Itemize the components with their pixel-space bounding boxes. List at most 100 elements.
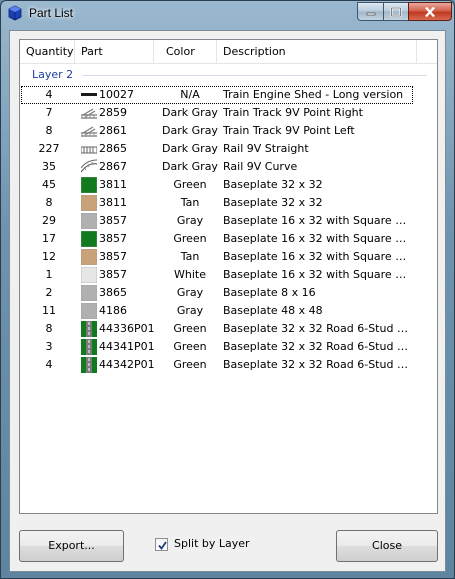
cell-part: 2867 [99, 160, 127, 173]
cell-color: Green [173, 340, 207, 353]
part-list-window: Part List Quantity Part Color Descriptio… [0, 0, 455, 579]
cell-color: Green [173, 178, 207, 191]
baseplate-icon [81, 195, 97, 211]
part-list-view[interactable]: Quantity Part Color Description Layer 2 … [19, 39, 438, 514]
cell-quantity: 4 [45, 358, 53, 371]
cell-color: Dark Gray [162, 160, 218, 173]
cell-part: 3811 [99, 196, 127, 209]
table-row[interactable]: 3 44341P01 Green Baseplate 32 x 32 Road 6-S… [20, 338, 437, 356]
table-row[interactable]: 4 44342P01 Green Baseplate 32 x 32 Road 6-S… [20, 356, 437, 374]
cell-color: Dark Gray [162, 106, 218, 119]
cell-part: 2861 [99, 124, 127, 137]
table-row[interactable]: 227 2865 Dark Gray Rail 9V Straight [20, 140, 437, 158]
road-plate-icon [81, 321, 97, 337]
column-header-description[interactable]: Description [217, 40, 417, 64]
baseplate-icon [81, 213, 97, 229]
table-row[interactable]: 11 4186 Gray Baseplate 48 x 48 [20, 302, 437, 320]
table-row[interactable]: 2 3865 Gray Baseplate 8 x 16 [20, 284, 437, 302]
cell-part: 44341P01 [99, 340, 155, 353]
cell-description: Train Engine Shed - Long version [223, 88, 404, 101]
minimize-button[interactable] [357, 2, 384, 21]
cell-quantity: 1 [45, 268, 53, 281]
table-row[interactable]: 8 3811 Tan Baseplate 32 x 32 [20, 194, 437, 212]
cell-quantity: 2 [45, 286, 53, 299]
cell-description: Baseplate 32 x 32 [223, 178, 323, 191]
cell-description: Baseplate 8 x 16 [223, 286, 316, 299]
maximize-button[interactable] [383, 2, 409, 21]
road-plate-icon [81, 357, 97, 373]
track-point-icon [81, 105, 97, 121]
train-part-icon [81, 87, 97, 103]
cell-quantity: 11 [42, 304, 56, 317]
export-button[interactable]: Export... [19, 530, 124, 562]
window-close-button[interactable] [408, 2, 452, 21]
cell-quantity: 227 [38, 142, 60, 155]
baseplate-icon [81, 267, 97, 283]
cell-quantity: 8 [45, 322, 53, 335]
title-bar[interactable]: Part List [1, 1, 454, 27]
cell-part: 3857 [99, 268, 127, 281]
minimize-icon [366, 12, 375, 15]
cell-description: Baseplate 32 x 32 Road 6-Stud Strai... [223, 322, 413, 335]
cell-description: Baseplate 16 x 32 with Square Corners [223, 250, 413, 263]
cell-color: Tan [180, 196, 200, 209]
cell-quantity: 29 [42, 214, 56, 227]
column-header-part[interactable]: Part [75, 40, 154, 64]
table-row[interactable]: 45 3811 Green Baseplate 32 x 32 [20, 176, 437, 194]
cell-quantity: 35 [42, 160, 56, 173]
cell-quantity: 3 [45, 340, 53, 353]
cell-part: 3857 [99, 214, 127, 227]
close-button[interactable]: Close [336, 530, 438, 562]
baseplate-icon [81, 231, 97, 247]
table-row[interactable]: 12 3857 Tan Baseplate 16 x 32 with Square C… [20, 248, 437, 266]
cell-color: Gray [176, 304, 204, 317]
cell-part: 3811 [99, 178, 127, 191]
table-row[interactable]: 1 3857 White Baseplate 16 x 32 with Square … [20, 266, 437, 284]
baseplate-icon [81, 177, 97, 193]
cell-quantity: 45 [42, 178, 56, 191]
split-by-layer-checkbox[interactable] [155, 538, 168, 551]
table-row[interactable]: 8 44336P01 Green Baseplate 32 x 32 Road 6-S… [20, 320, 437, 338]
split-by-layer-label[interactable]: Split by Layer [174, 537, 250, 550]
table-row[interactable]: 29 3857 Gray Baseplate 16 x 32 with Square … [20, 212, 437, 230]
cell-color: Tan [180, 250, 200, 263]
checkmark-icon [158, 541, 167, 550]
cell-color: Green [173, 232, 207, 245]
cell-color: Green [173, 322, 207, 335]
column-header-color[interactable]: Color [154, 40, 217, 64]
cell-color: Dark Gray [162, 142, 218, 155]
table-row[interactable]: 8 2861 Dark Gray Train Track 9V Point Left [20, 122, 437, 140]
cell-description: Baseplate 16 x 32 with Square Corners [223, 214, 413, 227]
cell-description: Train Track 9V Point Right [223, 106, 363, 119]
column-header-quantity[interactable]: Quantity [20, 40, 75, 64]
cell-description: Baseplate 32 x 32 Road 6-Stud Curv... [223, 358, 413, 371]
table-row[interactable]: 7 2859 Dark Gray Train Track 9V Point Right [20, 104, 437, 122]
window-title: Part List [29, 6, 74, 20]
cell-part: 3857 [99, 250, 127, 263]
cell-description: Baseplate 16 x 32 with Square Corners [223, 268, 413, 281]
group-header-layer: Layer 2 [32, 68, 74, 81]
cell-part: 44336P01 [99, 322, 155, 335]
cell-quantity: 8 [45, 196, 53, 209]
road-plate-icon [81, 339, 97, 355]
cell-description: Baseplate 32 x 32 Road 6-Stud T Int... [223, 340, 413, 353]
rail-curve-icon [81, 159, 97, 175]
cell-color: White [174, 268, 206, 281]
cell-color: Gray [176, 214, 204, 227]
maximize-icon [390, 6, 402, 17]
cell-part: 3857 [99, 232, 127, 245]
table-row[interactable]: 35 2867 Dark Gray Rail 9V Curve [20, 158, 437, 176]
cell-quantity: 7 [45, 106, 53, 119]
cell-color: Dark Gray [162, 124, 218, 137]
table-row[interactable]: 17 3857 Green Baseplate 16 x 32 with Square… [20, 230, 437, 248]
baseplate-icon [81, 249, 97, 265]
cell-color: N/A [180, 88, 200, 101]
baseplate-icon [81, 285, 97, 301]
cell-part: 3865 [99, 286, 127, 299]
cell-part: 4186 [99, 304, 127, 317]
group-divider [82, 75, 427, 76]
cell-part: 44342P01 [99, 358, 155, 371]
cell-quantity: 8 [45, 124, 53, 137]
table-row[interactable]: 4 10027 N/A Train Engine Shed - Long versio… [20, 86, 437, 104]
rail-straight-icon [81, 141, 97, 157]
